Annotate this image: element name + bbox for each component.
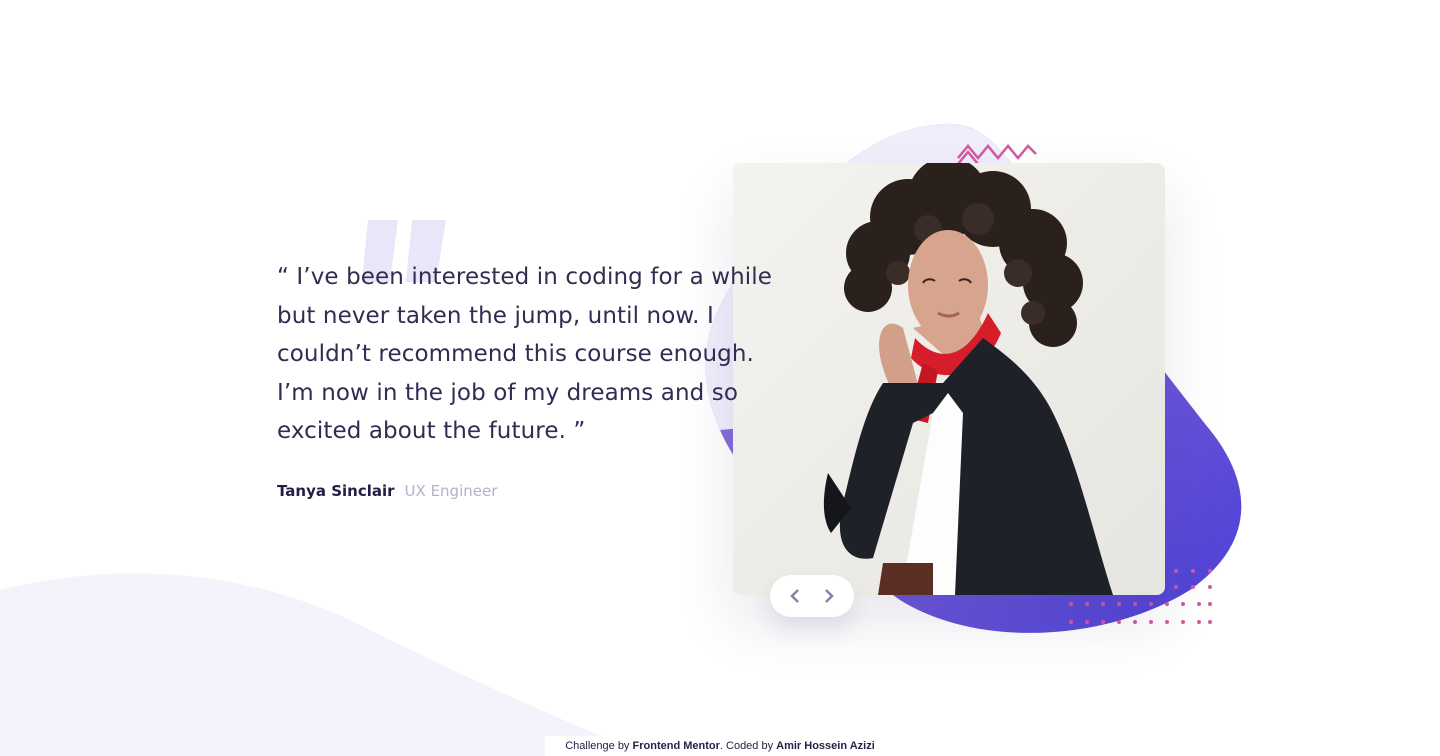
testimonial-page: “ I’ve been interested in coding for a w…	[0, 0, 1440, 756]
footer-prefix: Challenge by	[565, 740, 630, 752]
footer-middle: . Coded by	[719, 740, 774, 752]
carousel-navigation	[770, 575, 854, 617]
next-button[interactable]	[816, 583, 842, 609]
zigzag-pattern-icon	[957, 144, 1037, 164]
author-name: Tanya Sinclair	[277, 481, 395, 500]
previous-button[interactable]	[782, 583, 808, 609]
attribution-footer: Challenge by Frontend Mentor. Coded by A…	[545, 736, 895, 756]
testimonial-block: “ I’ve been interested in coding for a w…	[277, 258, 797, 501]
chevron-left-icon	[790, 589, 799, 603]
author-role: UX Engineer	[404, 481, 498, 500]
frontend-mentor-link[interactable]: Frontend Mentor	[633, 740, 720, 752]
author-link[interactable]: Amir Hossein Azizi	[776, 740, 875, 752]
testimonial-quote: “ I’ve been interested in coding for a w…	[277, 264, 773, 444]
author-line: Tanya Sinclair UX Engineer	[277, 481, 797, 501]
profile-photo	[733, 163, 1165, 595]
chevron-right-icon	[825, 589, 834, 603]
